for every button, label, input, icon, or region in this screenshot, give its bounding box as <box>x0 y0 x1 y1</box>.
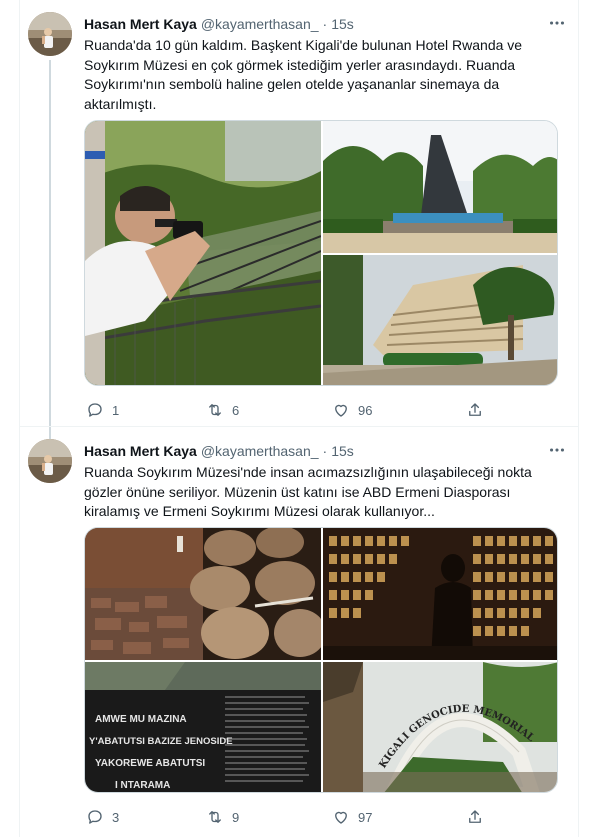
header-separator: · <box>322 443 328 459</box>
skulls-image <box>85 528 321 660</box>
heart-icon <box>335 811 347 824</box>
tweet-timestamp[interactable]: 15s <box>331 16 354 32</box>
share-button[interactable] <box>466 400 484 420</box>
tweet-timestamp[interactable]: 15s <box>331 443 354 459</box>
more-horizontal-icon <box>550 21 564 25</box>
more-options-button[interactable] <box>546 12 568 34</box>
timeline-right-border <box>578 0 579 837</box>
more-options-button[interactable] <box>546 439 568 461</box>
author-name[interactable]: Hasan Mert Kaya <box>84 443 197 459</box>
retweet-button[interactable]: 6 <box>206 400 239 420</box>
avatar-photo <box>28 12 72 56</box>
media-photo-names-wall[interactable]: AMWE MU MAZINA Y'ABATUTSI BAZIZE JENOSID… <box>85 662 321 792</box>
tweet-actions: 1 6 96 <box>84 400 560 420</box>
reply-count: 3 <box>112 809 120 825</box>
share-icon <box>469 403 481 416</box>
heart-icon <box>335 404 347 417</box>
reply-button[interactable]: 3 <box>86 807 119 827</box>
tweet-header: Hasan Mert Kaya @kayamerthasan_ · 15s <box>84 441 354 461</box>
like-count: 96 <box>358 402 373 418</box>
author-handle[interactable]: @kayamerthasan_ <box>201 443 319 459</box>
retweet-button[interactable]: 9 <box>206 807 239 827</box>
tweet-media-grid <box>84 120 558 386</box>
wall-text-line4: I NTARAMA <box>115 780 170 791</box>
names-wall-image: AMWE MU MAZINA Y'ABATUTSI BAZIZE JENOSID… <box>85 662 321 792</box>
memorial-monument-image <box>323 121 557 253</box>
tweet[interactable]: Hasan Mert Kaya @kayamerthasan_ · 15s Ru… <box>20 427 578 837</box>
reply-count: 1 <box>112 402 120 418</box>
like-button[interactable]: 97 <box>332 807 372 827</box>
tweet-header: Hasan Mert Kaya @kayamerthasan_ · 15s <box>84 14 354 34</box>
museum-photo-wall-image <box>323 528 557 660</box>
tweet-media-grid: AMWE MU MAZINA Y'ABATUTSI BAZIZE JENOSID… <box>84 527 558 793</box>
retweet-icon <box>209 811 221 823</box>
tweet-text: Ruanda'da 10 gün kaldım. Başkent Kigali'… <box>84 37 523 112</box>
share-icon <box>469 810 481 823</box>
wall-text-line3: YAKOREWE ABATUTSI <box>95 758 205 769</box>
canopy-walkway-image <box>85 121 321 385</box>
tweet[interactable]: Hasan Mert Kaya @kayamerthasan_ · 15s Ru… <box>20 0 578 426</box>
media-photo-hotel-rwanda[interactable] <box>323 255 557 385</box>
timeline: Hasan Mert Kaya @kayamerthasan_ · 15s Ru… <box>0 0 598 837</box>
share-button[interactable] <box>466 807 484 827</box>
avatar-photo <box>28 439 72 483</box>
thread-connector-line <box>49 60 51 426</box>
media-photo-skulls[interactable] <box>85 528 321 660</box>
like-count: 97 <box>358 809 373 825</box>
media-photo-memorial-monument[interactable] <box>323 121 557 253</box>
retweet-count: 9 <box>232 809 240 825</box>
retweet-count: 6 <box>232 402 240 418</box>
avatar[interactable] <box>28 439 72 483</box>
reply-button[interactable]: 1 <box>86 400 119 420</box>
tweet-actions: 3 9 97 <box>84 807 560 827</box>
memorial-gate-image: KIGALI GENOCIDE MEMORIAL <box>323 662 557 792</box>
header-separator: · <box>322 16 328 32</box>
media-photo-canopy-walkway[interactable] <box>85 121 321 385</box>
media-photo-museum-wall[interactable] <box>323 528 557 660</box>
retweet-icon <box>209 404 221 416</box>
tweet-text: Ruanda Soykırım Müzesi'nde insan acımazs… <box>84 464 532 519</box>
media-photo-memorial-gate[interactable]: KIGALI GENOCIDE MEMORIAL <box>323 662 557 792</box>
hotel-rwanda-image <box>323 255 557 385</box>
thread-connector-line <box>49 427 51 439</box>
like-button[interactable]: 96 <box>332 400 372 420</box>
avatar[interactable] <box>28 12 72 56</box>
reply-icon <box>88 403 102 417</box>
wall-text-line2: Y'ABATUTSI BAZIZE JENOSIDE <box>89 736 233 747</box>
more-horizontal-icon <box>550 448 564 452</box>
reply-icon <box>88 810 102 824</box>
wall-text-line1: AMWE MU MAZINA <box>95 714 187 725</box>
author-name[interactable]: Hasan Mert Kaya <box>84 16 197 32</box>
author-handle[interactable]: @kayamerthasan_ <box>201 16 319 32</box>
